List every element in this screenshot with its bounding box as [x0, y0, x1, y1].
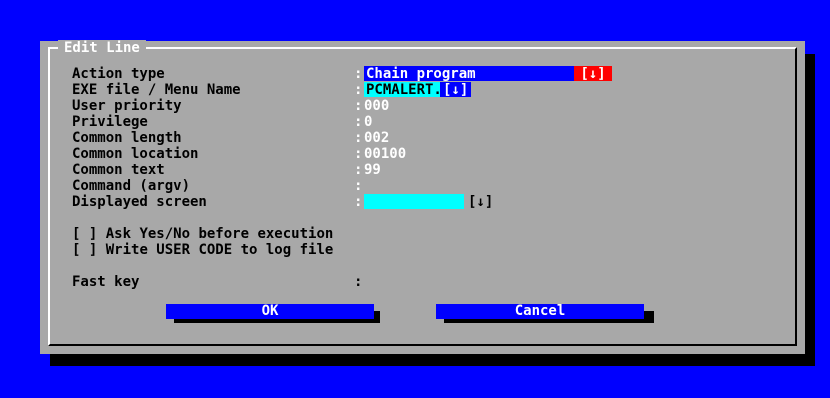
common-location-field[interactable]: 00100: [364, 146, 406, 162]
privilege-field[interactable]: 0: [364, 114, 372, 130]
label-fast-key: Fast key: [72, 274, 140, 290]
ask-yes-no-checkbox-row[interactable]: [ ] Ask Yes/No before execution: [72, 226, 333, 242]
cancel-hotkey: C: [514, 303, 524, 319]
user-priority-field[interactable]: 000: [364, 98, 389, 114]
colon: :: [354, 178, 363, 194]
checkbox-label: Ask Yes/No before execution: [105, 226, 334, 242]
label-command-argv: Command (argv): [72, 178, 191, 194]
displayed-screen-field[interactable]: [364, 194, 464, 209]
dialog-title: Edit Line: [58, 40, 146, 56]
label-displayed-screen: Displayed screen: [72, 194, 207, 210]
colon: :: [354, 98, 363, 114]
colon: :: [354, 274, 363, 290]
fast-key-field[interactable]: [364, 274, 394, 290]
checkbox[interactable]: [ ]: [72, 242, 97, 258]
colon: :: [354, 82, 363, 98]
cancel-label: ancel: [523, 303, 566, 319]
command-argv-field[interactable]: [364, 178, 484, 194]
colon: :: [354, 114, 363, 130]
edit-line-dialog: Edit Line Action type EXE file / Menu Na…: [40, 40, 805, 354]
common-length-field[interactable]: 002: [364, 130, 389, 146]
label-common-length: Common length: [72, 130, 182, 146]
ok-button[interactable]: OK: [166, 304, 374, 319]
label-action-type: Action type: [72, 66, 165, 82]
colon: :: [354, 194, 363, 210]
write-user-code-checkbox-row[interactable]: [ ] Write USER CODE to log file: [72, 242, 333, 258]
displayed-screen-dropdown-button[interactable]: [↓]: [468, 194, 493, 210]
label-common-text: Common text: [72, 162, 165, 178]
label-exe-file: EXE file / Menu Name: [72, 82, 241, 98]
label-privilege: Privilege: [72, 114, 148, 130]
checkbox-label: Write USER CODE to log file: [105, 242, 334, 258]
colon: :: [354, 66, 363, 82]
action-type-dropdown-button[interactable]: [↓]: [574, 66, 612, 82]
colon: :: [354, 130, 363, 146]
colon: :: [354, 146, 363, 162]
common-text-field[interactable]: 99: [364, 162, 381, 178]
colon: :: [354, 162, 363, 178]
action-type-field[interactable]: Chain program: [364, 66, 576, 82]
cancel-button[interactable]: Cancel: [436, 304, 644, 319]
exe-file-dropdown-button[interactable]: [↓]: [440, 82, 472, 98]
label-user-priority: User priority: [72, 98, 182, 114]
checkbox[interactable]: [ ]: [72, 226, 97, 242]
label-common-location: Common location: [72, 146, 199, 162]
